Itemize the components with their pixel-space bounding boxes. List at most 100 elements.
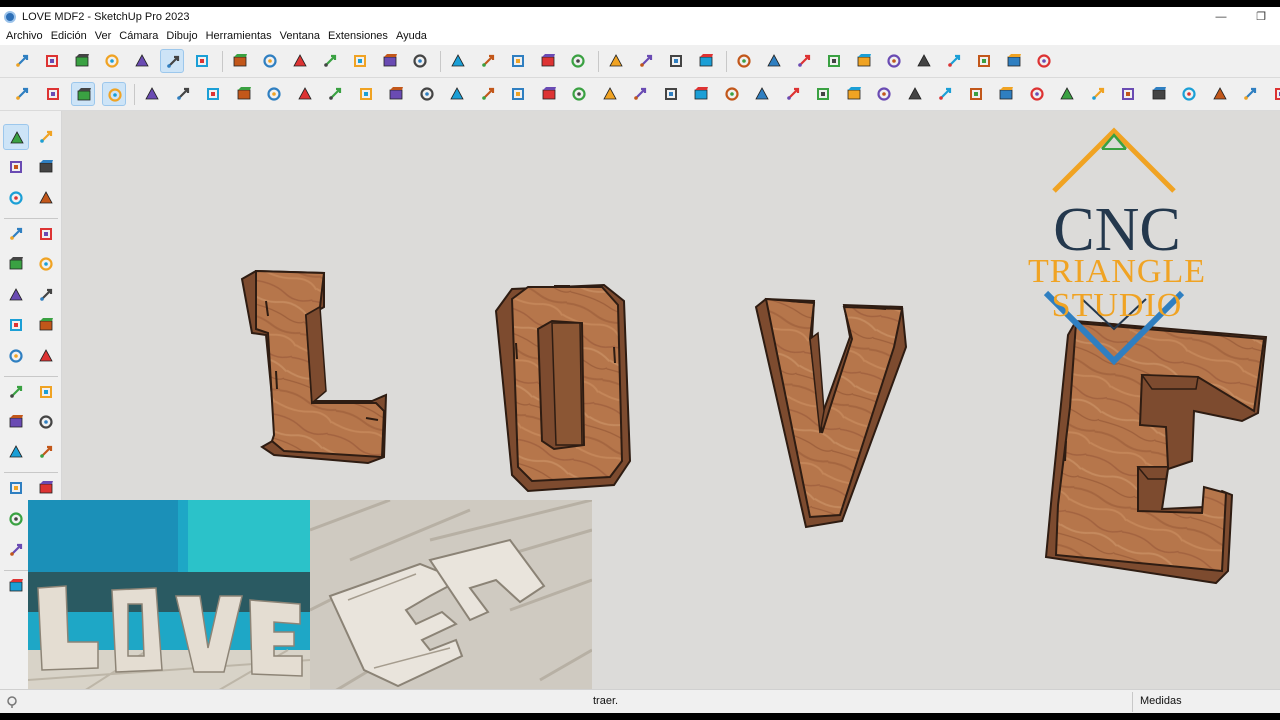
menu-camara[interactable]: Cámara [115,27,162,45]
zoom-tool[interactable] [3,573,29,599]
menu-extensiones[interactable]: Extensiones [324,27,392,45]
wireframe-cube-button[interactable] [70,49,94,73]
section-cut-button[interactable] [101,82,126,106]
label-button[interactable] [476,82,500,106]
shadows-button[interactable] [912,49,936,73]
follow-me-button[interactable] [171,82,195,106]
model-info-button[interactable] [732,49,756,73]
monochrome-button[interactable] [190,49,214,73]
warehouse-button[interactable] [634,49,658,73]
zoom-button[interactable] [598,82,622,106]
minimize-button[interactable]: — [1206,9,1236,25]
paint-bucket-button[interactable] [1055,82,1079,106]
menu-ayuda[interactable]: Ayuda [392,27,431,45]
freehand-button[interactable] [933,82,957,106]
menu-archivo[interactable]: Archivo [2,27,47,45]
menu-dibujo[interactable]: Dibujo [162,27,201,45]
arc-button[interactable] [842,82,866,106]
text-button[interactable] [384,82,408,106]
stamp-button[interactable] [1147,82,1171,106]
tape-measure-button[interactable] [1116,82,1140,106]
smoove-button[interactable] [1208,82,1232,106]
left-view-button[interactable] [378,49,402,73]
next-view-button[interactable] [720,82,744,106]
redo-button[interactable] [972,49,996,73]
outer-shell-button[interactable] [446,49,470,73]
paint-bucket-tool[interactable] [3,154,29,180]
move-tool[interactable] [3,379,29,405]
position-camera-button[interactable] [811,82,835,106]
menu-herramientas[interactable]: Herramientas [202,27,276,45]
split-button[interactable] [604,49,628,73]
rotated-rectangle-tool[interactable] [33,251,59,277]
circle-tool[interactable] [3,282,29,308]
menu-ventana[interactable]: Ventana [276,27,324,45]
tape-button[interactable] [323,82,347,106]
trim-button[interactable] [566,49,590,73]
outer-shell-tool[interactable] [33,475,59,501]
two-point-arc-tool[interactable] [33,312,59,338]
union-button[interactable] [506,49,530,73]
shaded-button[interactable] [130,49,154,73]
tape-measure-tool[interactable] [33,185,59,211]
subtract-button[interactable] [536,49,560,73]
scale-button[interactable] [232,82,256,106]
eraser-cube-button[interactable] [40,49,64,73]
layout-button[interactable] [694,49,718,73]
zoom-extents-button[interactable] [659,82,683,106]
tags-button[interactable] [792,49,816,73]
textured-button[interactable] [160,49,184,73]
walk-button[interactable] [750,82,774,106]
measure-button[interactable] [506,82,530,106]
rectangle-tool[interactable] [3,251,29,277]
drape-button[interactable] [1177,82,1201,106]
undo-button[interactable] [942,49,966,73]
geo-location-icon[interactable] [5,695,19,709]
flip-button[interactable] [293,82,317,106]
scale-tool[interactable] [3,439,29,465]
solid-tools-button[interactable] [41,82,65,106]
rectangle-button[interactable] [964,82,988,106]
offset-button[interactable] [201,82,225,106]
front-view-button[interactable] [288,49,312,73]
axes-button[interactable] [415,82,439,106]
push-pull-button[interactable] [140,82,164,106]
offset-tool[interactable] [33,439,59,465]
orbit-tool[interactable] [33,124,59,150]
axes-tool[interactable] [3,475,29,501]
push-pull-tool[interactable] [33,379,59,405]
section-plane-button[interactable] [71,82,95,106]
freehand-tool[interactable] [33,221,59,247]
back-view-button[interactable] [348,49,372,73]
zoom-window-button[interactable] [628,82,652,106]
component-cube-button[interactable] [10,49,34,73]
group-button[interactable] [408,49,432,73]
rotate-tool[interactable] [3,409,29,435]
iso-view-button[interactable] [228,49,252,73]
paint-button[interactable] [1002,49,1026,73]
follow-me-tool[interactable] [33,409,59,435]
menu-edicion[interactable]: Edición [47,27,91,45]
select-button[interactable] [1025,82,1049,106]
pan-button[interactable] [567,82,591,106]
rotate-button[interactable] [262,82,286,106]
protractor-button[interactable] [354,82,378,106]
scenes-button[interactable] [882,49,906,73]
orbit-button[interactable] [537,82,561,106]
move-axes-button[interactable] [10,82,34,106]
pan-tool[interactable] [3,537,29,563]
intersect-button[interactable] [476,49,500,73]
flip-edge-button[interactable] [1238,82,1262,106]
polygon-tool[interactable] [33,282,59,308]
polygon-button[interactable] [903,82,927,106]
dimension-button[interactable] [445,82,469,106]
tape-tool[interactable] [3,506,29,532]
eraser-button[interactable] [1086,82,1110,106]
pencil-tool[interactable] [3,221,29,247]
select-tool[interactable] [3,124,29,150]
styles-button[interactable] [762,49,786,73]
sandbox-button[interactable] [1032,49,1056,73]
measurements-input[interactable] [1185,693,1280,711]
line-button[interactable] [994,82,1018,106]
arc-tool[interactable] [3,312,29,338]
